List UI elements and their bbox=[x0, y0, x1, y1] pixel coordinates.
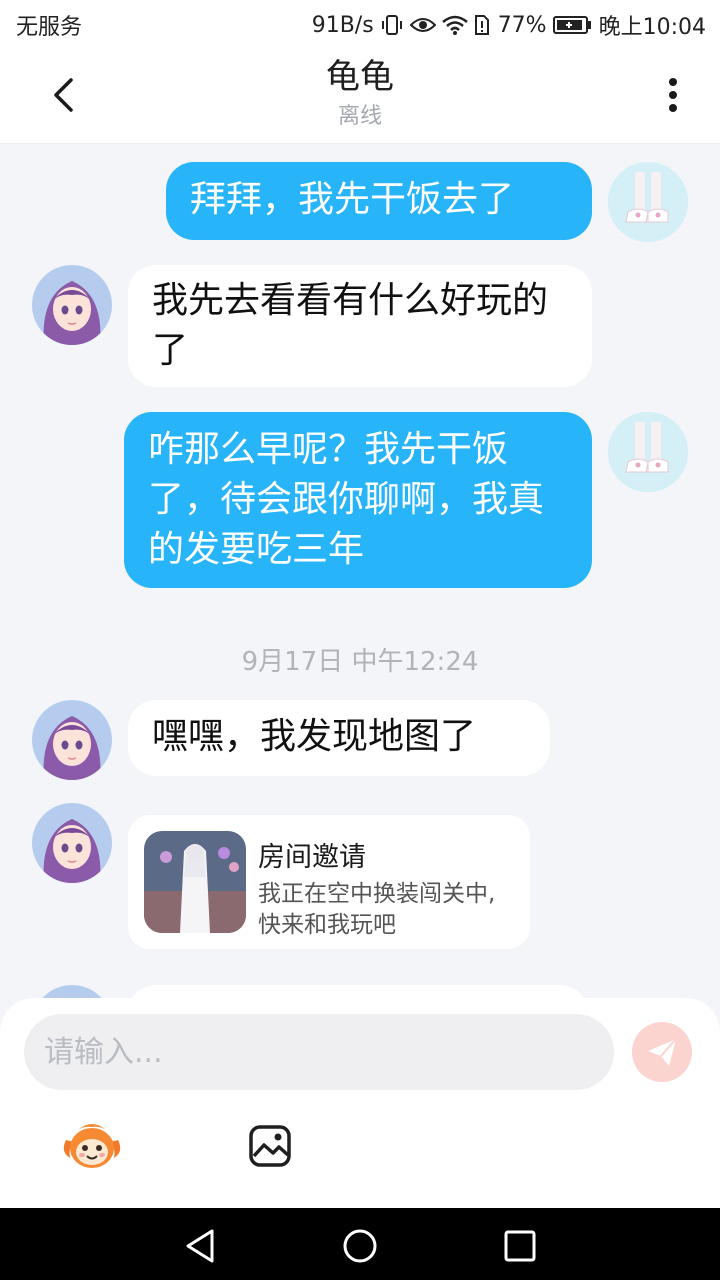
message-bubble-outgoing[interactable]: 拜拜，我先干饭去了 bbox=[166, 162, 592, 240]
status-bar: 无服务 91B/s 77% 晚上10:04 bbox=[0, 0, 720, 50]
vibrate-icon bbox=[380, 12, 404, 38]
online-status: 离线 bbox=[337, 104, 382, 129]
my-avatar[interactable] bbox=[608, 412, 688, 492]
input-panel bbox=[0, 998, 720, 1208]
emoji-mascot-icon bbox=[63, 1124, 121, 1168]
system-nav-bar bbox=[0, 1208, 720, 1280]
eye-icon bbox=[409, 12, 436, 38]
message-bubble-outgoing[interactable]: 咋那么早呢？我先干饭了，待会跟你聊啊，我真的发要吃三年 bbox=[124, 412, 592, 588]
back-arrow-icon bbox=[54, 78, 73, 112]
nav-back-button[interactable] bbox=[180, 1226, 220, 1266]
sim-alert-icon bbox=[474, 12, 490, 38]
nav-recents-button[interactable] bbox=[500, 1226, 540, 1266]
title-block: 龟龟 离线 bbox=[160, 54, 560, 132]
message-input[interactable] bbox=[24, 1014, 614, 1090]
contact-avatar[interactable] bbox=[32, 700, 112, 780]
battery-icon bbox=[552, 12, 593, 38]
nav-home-button[interactable] bbox=[340, 1226, 380, 1266]
nav-home-icon bbox=[343, 1229, 377, 1263]
message-list[interactable]: 拜拜，我先干饭去了 我先去看看有什么好玩的了 咋那么早呢？我先干饭了，待会跟你聊… bbox=[0, 145, 720, 1000]
invite-title: 房间邀请 bbox=[258, 842, 366, 873]
message-timestamp: 9月17日 中午12:24 bbox=[241, 647, 479, 677]
send-icon bbox=[648, 1038, 677, 1066]
image-icon bbox=[249, 1125, 291, 1167]
emoji-button[interactable] bbox=[60, 1118, 124, 1174]
chat-title: 龟龟 bbox=[326, 57, 394, 97]
net-speed-text: 91B/s bbox=[311, 12, 374, 38]
contact-avatar[interactable] bbox=[32, 265, 112, 345]
wifi-icon bbox=[441, 12, 468, 38]
nav-recents-icon bbox=[504, 1230, 536, 1262]
status-icons: 91B/s 77% 晚上10:04 bbox=[312, 9, 706, 41]
clock-text: 晚上10:04 bbox=[598, 15, 706, 40]
invite-thumbnail bbox=[144, 831, 246, 933]
more-vertical-icon bbox=[669, 78, 677, 112]
battery-percent-text: 77% bbox=[497, 12, 547, 38]
message-bubble-incoming[interactable]: 嘿嘿，我发现地图了 bbox=[128, 700, 550, 776]
chat-screen: 无服务 91B/s 77% 晚上10:04 龟龟 离线 拜拜，我先干饭去了 我先… bbox=[0, 0, 720, 1280]
my-avatar[interactable] bbox=[608, 162, 688, 242]
image-picker-button[interactable] bbox=[246, 1122, 294, 1170]
nav-back-icon bbox=[186, 1229, 214, 1263]
more-options-button[interactable] bbox=[650, 72, 696, 118]
contact-avatar[interactable] bbox=[32, 803, 112, 883]
invite-description: 我正在空中换装闯关中, 快来和我玩吧 bbox=[258, 881, 496, 938]
send-button[interactable] bbox=[632, 1022, 692, 1082]
chat-header: 龟龟 离线 bbox=[0, 50, 720, 144]
room-invite-card[interactable]: 房间邀请 我正在空中换装闯关中, 快来和我玩吧 bbox=[128, 815, 530, 949]
carrier-text: 无服务 bbox=[16, 15, 83, 40]
back-button[interactable] bbox=[40, 72, 86, 118]
message-bubble-incoming[interactable]: 我先去看看有什么好玩的了 bbox=[128, 265, 592, 387]
